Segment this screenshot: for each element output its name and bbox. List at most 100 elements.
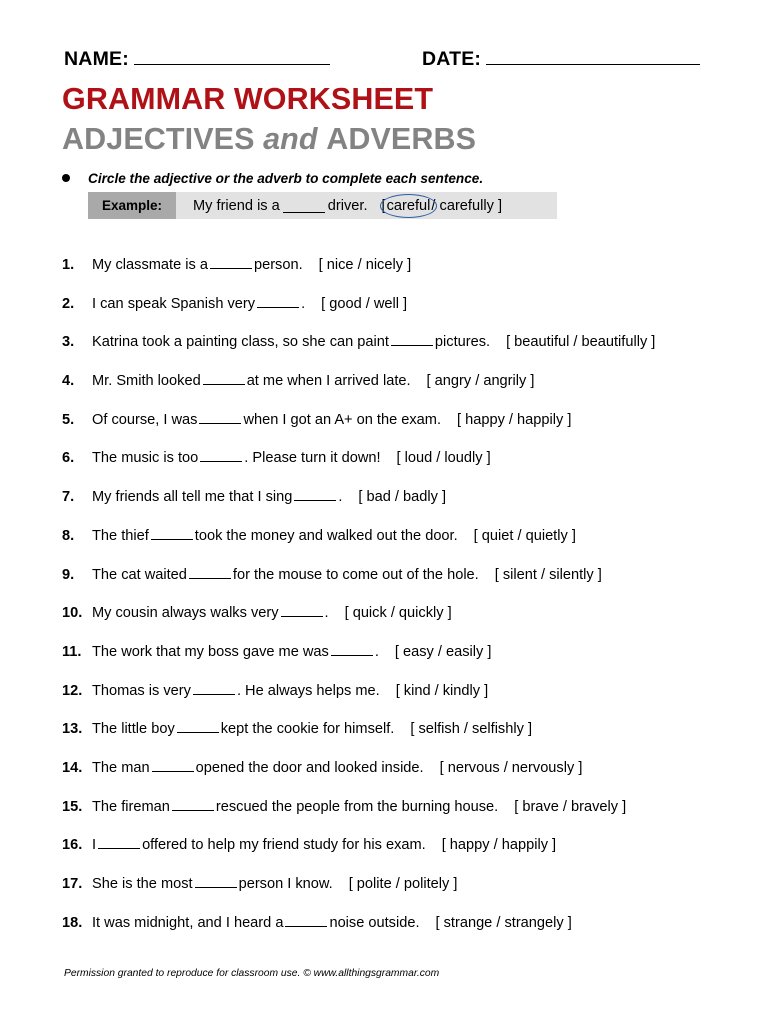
name-date-row: NAME: DATE: <box>64 48 704 74</box>
example-label: Example: <box>88 192 176 219</box>
question-text-after: . He always helps me. <box>236 682 380 699</box>
question-body: The cat waited for the mouse to come out … <box>92 565 602 583</box>
example-bracket-close: ] <box>497 197 502 214</box>
question-body: Katrina took a painting class, so she ca… <box>92 332 655 350</box>
question-blank[interactable] <box>199 410 242 424</box>
question-blank[interactable] <box>330 642 373 656</box>
question-blank[interactable] <box>200 448 243 463</box>
question-blank[interactable] <box>294 487 337 502</box>
example-text-before: My friend is a <box>193 197 280 214</box>
question-choices[interactable]: [ quick / quickly ] <box>345 605 452 621</box>
subtitle-adverbs: ADVERBS <box>326 122 477 156</box>
question-blank[interactable] <box>194 874 237 888</box>
question-choices[interactable]: [ loud / loudly ] <box>397 450 491 466</box>
question-blank[interactable] <box>150 526 193 540</box>
question-row: 11. The work that my boss gave me was. [ … <box>62 642 742 681</box>
question-row: 4. Mr. Smith looked at me when I arrived … <box>62 371 742 410</box>
question-body: I can speak Spanish very. [ good / well ] <box>92 294 407 312</box>
subtitle-conjunction: and <box>263 122 318 156</box>
question-choices[interactable]: [ easy / easily ] <box>395 644 492 660</box>
question-number: 1. <box>62 257 75 273</box>
question-text-before: The work that my boss gave me was <box>92 643 329 660</box>
question-choices[interactable]: [ quiet / quietly ] <box>474 528 576 544</box>
question-number: 16. <box>62 837 83 854</box>
question-blank[interactable] <box>151 758 194 772</box>
question-text-before: Mr. Smith looked <box>92 373 201 390</box>
question-body: She is the most person I know. [ polite / … <box>92 874 457 892</box>
question-row: 8. The thief took the money and walked ou… <box>62 526 742 565</box>
question-blank[interactable] <box>257 294 300 308</box>
question-text-before: She is the most <box>92 876 193 892</box>
question-blank[interactable] <box>285 913 328 927</box>
question-choices[interactable]: [ kind / kindly ] <box>396 683 488 699</box>
question-choices[interactable]: [ nice / nicely ] <box>319 257 411 273</box>
question-row: 9. The cat waited for the mouse to come o… <box>62 565 742 604</box>
question-body: The little boy kept the cookie for himsel… <box>92 719 532 737</box>
question-text-before: The little boy <box>92 721 175 738</box>
example-choice-other[interactable]: carefully <box>440 198 494 214</box>
question-choices[interactable]: [ beautiful / beautifully ] <box>506 334 655 350</box>
question-text-after: . <box>338 489 343 506</box>
question-row: 16. Ioffered to help my friend study for… <box>62 835 742 874</box>
question-choices[interactable]: [ nervous / nervously ] <box>440 760 583 776</box>
question-row: 18. It was midnight, and I heard a noise … <box>62 913 742 952</box>
question-row: 17. She is the most person I know. [ polit… <box>62 874 742 913</box>
question-row: 1. My classmate is a person. [ nice / nice… <box>62 255 742 294</box>
question-text-after: . <box>301 295 306 312</box>
name-write-line[interactable] <box>133 50 330 65</box>
question-text-before: It was midnight, and I heard a <box>92 914 284 931</box>
question-choices[interactable]: [ polite / politely ] <box>349 876 458 892</box>
question-body: Mr. Smith looked at me when I arrived lat… <box>92 371 534 389</box>
question-text-after: kept the cookie for himself. <box>220 721 395 738</box>
question-choices[interactable]: [ selfish / selfishly ] <box>410 721 532 737</box>
question-body: The work that my boss gave me was. [ easy… <box>92 642 491 660</box>
question-row: 7. My friends all tell me that I sing. [ … <box>62 487 742 526</box>
date-write-line[interactable] <box>486 50 701 65</box>
name-label: NAME: <box>64 48 129 70</box>
question-body: The man opened the door and looked inside… <box>92 758 582 776</box>
example-choices: [careful/ carefully ] <box>379 193 502 218</box>
question-number: 7. <box>62 489 75 506</box>
question-body: It was midnight, and I heard a noise outs… <box>92 913 572 931</box>
question-text-before: The fireman <box>92 798 170 815</box>
question-blank[interactable] <box>280 603 323 618</box>
question-choices[interactable]: [ happy / happily ] <box>457 412 571 428</box>
worksheet-title: GRAMMAR WORKSHEET <box>62 82 434 116</box>
example-circled-choice[interactable]: careful <box>379 193 438 218</box>
question-choices[interactable]: [ silent / silently ] <box>495 567 602 583</box>
question-blank[interactable] <box>202 371 245 386</box>
question-choices[interactable]: [ brave / bravely ] <box>514 799 626 815</box>
question-text-before: Thomas is very <box>92 682 191 699</box>
worksheet-page: NAME: DATE: GRAMMAR WORKSHEET ADJECTIVES… <box>0 0 768 1024</box>
question-text-after: when I got an A+ on the exam. <box>243 411 441 428</box>
question-body: My cousin always walks very. [ quick / qu… <box>92 603 452 621</box>
question-text-after: . <box>374 643 379 660</box>
question-text-before: I <box>92 837 97 854</box>
question-number: 2. <box>62 295 75 312</box>
question-blank[interactable] <box>188 565 231 579</box>
question-row: 3. Katrina took a painting class, so she… <box>62 332 742 371</box>
question-number: 4. <box>62 373 75 390</box>
instruction-text: Circle the adjective or the adverb to co… <box>88 170 484 186</box>
question-list: 1. My classmate is a person. [ nice / nice… <box>62 255 742 951</box>
question-blank[interactable] <box>176 719 219 734</box>
question-body: Of course, I was when I got an A+ on the … <box>92 410 571 428</box>
question-choices[interactable]: [ bad / badly ] <box>358 489 446 505</box>
date-label: DATE: <box>422 48 482 70</box>
example-blank[interactable] <box>282 199 325 213</box>
question-choices[interactable]: [ good / well ] <box>321 296 407 312</box>
question-text-before: My classmate is a <box>92 257 208 273</box>
question-text-after: person. <box>253 257 303 273</box>
question-blank[interactable] <box>98 835 141 850</box>
question-text-before: My friends all tell me that I sing <box>92 489 293 506</box>
question-blank[interactable] <box>390 332 433 347</box>
question-blank[interactable] <box>171 797 214 811</box>
question-choices[interactable]: [ strange / strangely ] <box>436 915 572 931</box>
question-number: 14. <box>62 759 83 776</box>
example-separator: / <box>431 197 436 214</box>
question-blank[interactable] <box>209 255 252 269</box>
question-choices[interactable]: [ happy / happily ] <box>442 837 556 853</box>
question-blank[interactable] <box>192 681 235 695</box>
date-field-group: DATE: <box>422 48 701 71</box>
question-choices[interactable]: [ angry / angrily ] <box>427 373 535 389</box>
